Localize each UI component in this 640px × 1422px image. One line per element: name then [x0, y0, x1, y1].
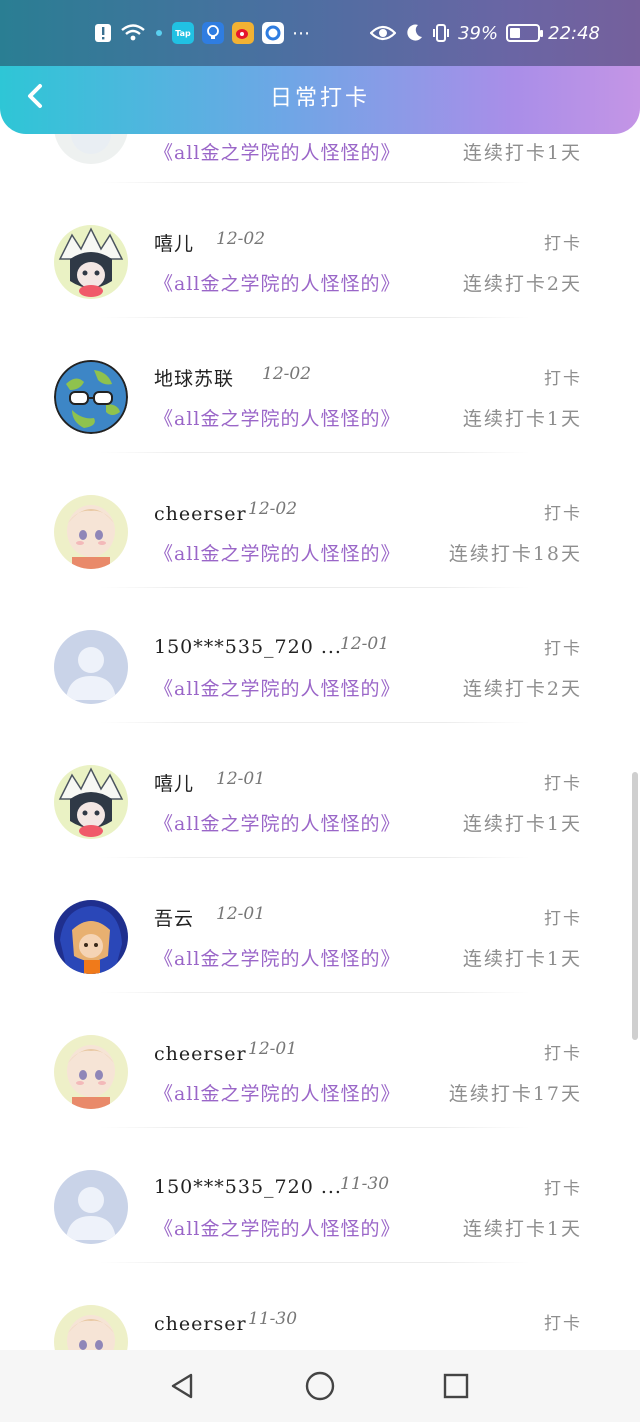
book-title[interactable]: 《all金之学院的人怪怪的》 — [154, 269, 400, 296]
checkin-action: 打卡 — [544, 1179, 582, 1199]
more-dots-icon: ⋯ — [292, 22, 310, 44]
checkin-action: 打卡 — [544, 234, 582, 254]
checkin-date: 12-01 — [248, 1039, 298, 1059]
list-item[interactable]: cheerser 11-30 打卡 — [0, 1263, 640, 1350]
battery-level — [510, 28, 521, 38]
eye-icon — [370, 24, 397, 42]
username[interactable]: cheerser — [154, 503, 247, 525]
streak-text: 连续打卡1天 — [462, 948, 582, 970]
streak-text: 连续打卡1天 — [462, 813, 582, 835]
book-title[interactable]: 《all金之学院的人怪怪的》 — [154, 404, 400, 431]
avatar[interactable] — [54, 900, 128, 974]
avatar[interactable] — [54, 630, 128, 704]
streak-text: 连续打卡17天 — [448, 1083, 582, 1105]
checkin-action: 打卡 — [544, 639, 582, 659]
book-title[interactable]: 《all金之学院的人怪怪的》 — [154, 809, 400, 836]
book-title[interactable]: 《all金之学院的人怪怪的》 — [154, 138, 400, 165]
avatar[interactable] — [54, 765, 128, 839]
circle-home-icon — [305, 1371, 335, 1401]
nav-recents-button[interactable] — [434, 1364, 478, 1408]
streak-text: 连续打卡18天 — [448, 543, 582, 565]
checkin-date: 12-01 — [340, 634, 390, 654]
username[interactable]: 地球苏联 — [154, 364, 234, 391]
streak-text: 连续打卡2天 — [462, 678, 582, 700]
checkin-list[interactable]: 《all金之学院的人怪怪的》 连续打卡1天 嘻儿 12-02 打卡 《all金之… — [0, 0, 640, 1350]
list-item[interactable]: 吾云 12-01 打卡 《all金之学院的人怪怪的》 连续打卡1天 — [0, 858, 640, 993]
nav-home-button[interactable] — [298, 1364, 342, 1408]
avatar[interactable] — [54, 1305, 128, 1350]
taptap-app-label: Tap — [175, 28, 191, 38]
browser-app-icon — [262, 22, 284, 44]
username[interactable]: 150***535_720 ... — [154, 1176, 342, 1198]
checkin-date: 12-02 — [216, 229, 266, 249]
checkin-date: 12-01 — [216, 769, 266, 789]
username[interactable]: 嘻儿 — [154, 229, 194, 256]
checkin-date: 12-02 — [248, 499, 298, 519]
vibrate-icon — [432, 23, 450, 43]
weibo-app-icon — [232, 22, 254, 44]
username[interactable]: 吾云 — [154, 904, 194, 931]
username[interactable]: 嘻儿 — [154, 769, 194, 796]
list-item[interactable]: 嘻儿 12-01 打卡 《all金之学院的人怪怪的》 连续打卡1天 — [0, 723, 640, 858]
checkin-date: 12-02 — [262, 364, 312, 384]
list-item[interactable]: 150***535_720 ... 12-01 打卡 《all金之学院的人怪怪的… — [0, 588, 640, 723]
clock: 22:48 — [548, 22, 600, 44]
avatar[interactable] — [54, 495, 128, 569]
streak-text: 连续打卡1天 — [462, 408, 582, 430]
avatar[interactable] — [54, 225, 128, 299]
page-title: 日常打卡 — [269, 86, 370, 111]
checkin-action: 打卡 — [544, 504, 582, 524]
avatar[interactable] — [54, 1035, 128, 1109]
streak-text: 连续打卡1天 — [462, 142, 582, 164]
avatar[interactable] — [54, 1170, 128, 1244]
checkin-date: 12-01 — [216, 904, 266, 924]
status-right-icons: 39% 22:48 — [370, 0, 600, 66]
username[interactable]: 150***535_720 ... — [154, 636, 342, 658]
checkin-date: 11-30 — [340, 1174, 390, 1194]
checkin-action: 打卡 — [544, 1314, 582, 1334]
list-item[interactable]: 150***535_720 ... 11-30 打卡 《all金之学院的人怪怪的… — [0, 1128, 640, 1263]
checkin-action: 打卡 — [544, 774, 582, 794]
taptap-app-icon: Tap — [172, 22, 194, 44]
triangle-back-icon — [171, 1373, 193, 1399]
book-title[interactable]: 《all金之学院的人怪怪的》 — [154, 674, 400, 701]
list-item[interactable]: cheerser 12-01 打卡 《all金之学院的人怪怪的》 连续打卡17天 — [0, 993, 640, 1128]
small-dot-icon — [154, 28, 164, 38]
checkin-date: 11-30 — [248, 1309, 298, 1329]
book-title[interactable]: 《all金之学院的人怪怪的》 — [154, 1214, 400, 1241]
streak-text: 连续打卡2天 — [462, 273, 582, 295]
moon-icon — [404, 23, 424, 43]
streak-text: 连续打卡1天 — [462, 1218, 582, 1240]
square-recents-icon — [443, 1373, 469, 1399]
avatar[interactable] — [54, 360, 128, 434]
wifi-icon — [120, 23, 146, 43]
nav-back-button[interactable] — [160, 1364, 204, 1408]
top-bar: Tap ⋯ 39% 22:48 日常打卡 — [0, 0, 640, 134]
book-title[interactable]: 《all金之学院的人怪怪的》 — [154, 539, 400, 566]
checkin-action: 打卡 — [544, 369, 582, 389]
username[interactable]: cheerser — [154, 1043, 247, 1065]
checkin-action: 打卡 — [544, 909, 582, 929]
book-title[interactable]: 《all金之学院的人怪怪的》 — [154, 944, 400, 971]
bulb-app-icon — [202, 22, 224, 44]
list-item[interactable]: cheerser 12-02 打卡 《all金之学院的人怪怪的》 连续打卡18天 — [0, 453, 640, 588]
alert-icon — [94, 23, 112, 43]
system-navigation-bar — [0, 1350, 640, 1422]
battery-percent: 39% — [458, 22, 499, 44]
book-title[interactable]: 《all金之学院的人怪怪的》 — [154, 1079, 400, 1106]
battery-icon — [506, 24, 544, 42]
status-left-icons: Tap ⋯ — [94, 0, 310, 66]
list-item[interactable]: 嘻儿 12-02 打卡 《all金之学院的人怪怪的》 连续打卡2天 — [0, 183, 640, 318]
page-header: 日常打卡 — [0, 66, 640, 126]
checkin-action: 打卡 — [544, 1044, 582, 1064]
list-item[interactable]: 地球苏联 12-02 打卡 《all金之学院的人怪怪的》 连续打卡1天 — [0, 318, 640, 453]
scrollbar[interactable] — [632, 772, 638, 1040]
username[interactable]: cheerser — [154, 1313, 247, 1335]
